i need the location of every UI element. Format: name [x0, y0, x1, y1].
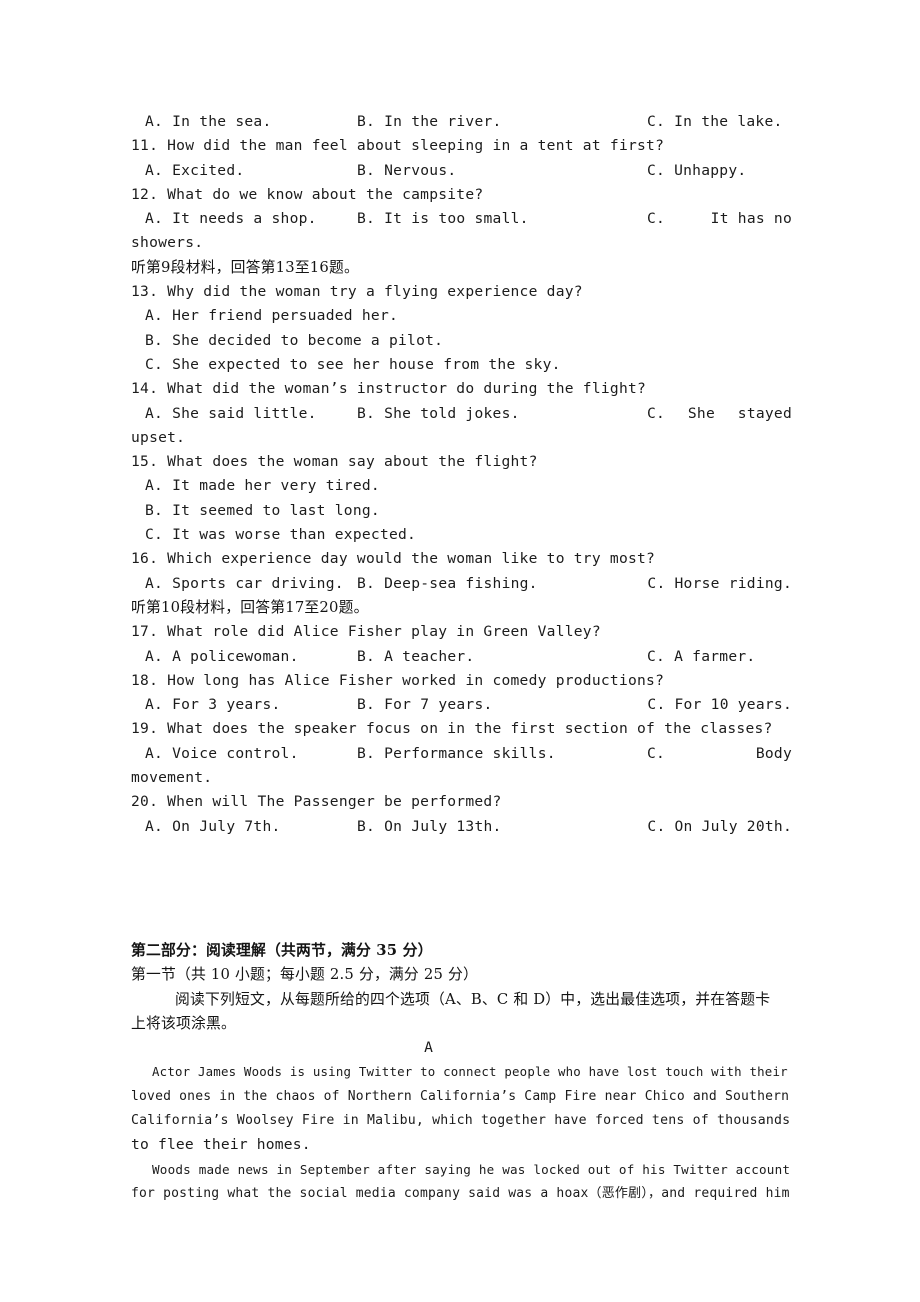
option-a[interactable]: A. It needs a shop. — [145, 207, 317, 231]
option-a[interactable]: A. Excited. — [145, 159, 244, 183]
option-c[interactable]: C. On July 20th. — [647, 815, 792, 839]
option-a[interactable]: A. She said little. — [145, 402, 317, 426]
option-c-letter: C. — [647, 404, 666, 422]
question-14-stem: 14. What did the woman’s instructor do d… — [131, 380, 647, 398]
question-19-option-c-wrap: movement. — [131, 769, 213, 787]
question-13-option-a[interactable]: A. Her friend persuaded her. — [131, 304, 792, 328]
section-one-heading: 第一节（共 10 小题；每小题 2.5 分，满分 25 分） — [131, 966, 478, 984]
option-c-word2: stayed — [737, 404, 792, 422]
question-14-options: A. She said little. B. She told jokes. C… — [131, 402, 792, 426]
question-11-options: A. Excited. B. Nervous. C. Unhappy. — [131, 159, 792, 183]
reading-instruction-line-2: 上将该项涂黑。 — [131, 1014, 236, 1032]
option-a[interactable]: A. In the sea. — [145, 110, 272, 134]
option-c-text: It has no — [710, 210, 792, 228]
question-11-stem: 11. How did the man feel about sleeping … — [131, 137, 665, 155]
part-two-heading: 第二部分：阅读理解（共两节，满分 35 分） — [131, 941, 433, 959]
question-19-options: A. Voice control. B. Performance skills.… — [131, 742, 792, 766]
question-17-options: A. A policewoman. B. A teacher. C. A far… — [131, 645, 792, 669]
option-c-text: Body — [755, 744, 792, 762]
passage-a-line-6: for posting what the social media compan… — [131, 1185, 790, 1201]
option-c[interactable]: C. It has no — [647, 207, 792, 231]
question-16-stem: 16. Which experience day would the woman… — [131, 550, 656, 568]
listening-prompt-10: 听第10段材料，回答第17至20题。 — [131, 598, 369, 616]
option-c-letter: C. — [647, 744, 666, 762]
passage-letter-a: A — [424, 1039, 433, 1057]
instruction-text-1: 阅读下列短文，从每题所给的四个选项（A、B、C 和 D）中，选出最佳选项，并在答… — [175, 990, 771, 1008]
option-c[interactable]: C. In the lake. — [647, 110, 783, 134]
question-14-option-c-wrap: upset. — [131, 428, 186, 446]
option-a[interactable]: A. Sports car driving. — [145, 572, 344, 596]
passage-a-line-4: to flee their homes. — [131, 1136, 311, 1154]
passage-a-line-2: loved ones in the chaos of Northern Cali… — [131, 1088, 790, 1104]
option-b[interactable]: B. A teacher. — [357, 645, 474, 669]
question-16-options: A. Sports car driving. B. Deep-sea fishi… — [131, 572, 792, 596]
page-content: A. In the sea. B. In the river. C. In th… — [131, 110, 792, 1206]
question-17-stem: 17. What role did Alice Fisher play in G… — [131, 623, 601, 641]
question-15-stem: 15. What does the woman say about the fl… — [131, 453, 538, 471]
option-c[interactable]: C. A farmer. — [647, 645, 755, 669]
passage-text: Actor James Woods is using Twitter to co… — [152, 1064, 788, 1080]
option-b[interactable]: B. She told jokes. — [357, 402, 520, 426]
question-19-stem: 19. What does the speaker focus on in th… — [131, 720, 773, 738]
question-18-stem: 18. How long has Alice Fisher worked in … — [131, 671, 665, 689]
option-c-word1: She — [687, 404, 715, 422]
option-c[interactable]: C. Horse riding. — [647, 572, 792, 596]
option-a[interactable]: A. Voice control. — [145, 742, 299, 766]
question-15-option-c[interactable]: C. It was worse than expected. — [131, 523, 792, 547]
passage-text: Woods made news in September after sayin… — [152, 1161, 791, 1177]
question-12-option-c-wrap: showers. — [131, 234, 204, 252]
question-12-stem: 12. What do we know about the campsite? — [131, 185, 484, 203]
question-13-option-c[interactable]: C. She expected to see her house from th… — [131, 353, 792, 377]
option-a[interactable]: A. A policewoman. — [145, 645, 299, 669]
option-b[interactable]: B. Nervous. — [357, 159, 456, 183]
option-b[interactable]: B. It is too small. — [357, 207, 529, 231]
option-b[interactable]: B. In the river. — [357, 110, 502, 134]
passage-a-line-3: California’s Woolsey Fire in Malibu, whi… — [131, 1112, 791, 1128]
question-13-option-b[interactable]: B. She decided to become a pilot. — [131, 329, 792, 353]
question-20-stem: 20. When will The Passenger be performed… — [131, 793, 502, 811]
option-b[interactable]: B. On July 13th. — [357, 815, 502, 839]
passage-a-line-5: Woods made news in September after sayin… — [131, 1158, 792, 1182]
question-10-options: A. In the sea. B. In the river. C. In th… — [131, 110, 792, 134]
reading-instruction: 阅读下列短文，从每题所给的四个选项（A、B、C 和 D）中，选出最佳选项，并在答… — [131, 988, 792, 1037]
option-c-letter: C. — [647, 210, 666, 228]
reading-instruction-line-1: 阅读下列短文，从每题所给的四个选项（A、B、C 和 D）中，选出最佳选项，并在答… — [131, 988, 792, 1012]
question-12-options: A. It needs a shop. B. It is too small. … — [131, 207, 792, 231]
exam-page: A. In the sea. B. In the river. C. In th… — [0, 0, 920, 1302]
question-13-stem: 13. Why did the woman try a flying exper… — [131, 283, 583, 301]
question-18-options: A. For 3 years. B. For 7 years. C. For 1… — [131, 693, 792, 717]
option-a[interactable]: A. On July 7th. — [145, 815, 281, 839]
question-15-option-a[interactable]: A. It made her very tired. — [131, 474, 792, 498]
question-15-option-b[interactable]: B. It seemed to last long. — [131, 499, 792, 523]
option-b[interactable]: B. For 7 years. — [357, 693, 493, 717]
question-20-options: A. On July 7th. B. On July 13th. C. On J… — [131, 815, 792, 839]
option-c[interactable]: C. She stayed — [647, 402, 792, 426]
passage-a-line-1: Actor James Woods is using Twitter to co… — [131, 1060, 792, 1084]
option-c[interactable]: C. Unhappy. — [647, 159, 746, 183]
option-b[interactable]: B. Deep-sea fishing. — [357, 572, 538, 596]
option-a[interactable]: A. For 3 years. — [145, 693, 281, 717]
option-b[interactable]: B. Performance skills. — [357, 742, 556, 766]
option-c[interactable]: C. For 10 years. — [647, 693, 792, 717]
listening-prompt-9: 听第9段材料，回答第13至16题。 — [131, 258, 360, 276]
option-c[interactable]: C. Body — [647, 742, 792, 766]
